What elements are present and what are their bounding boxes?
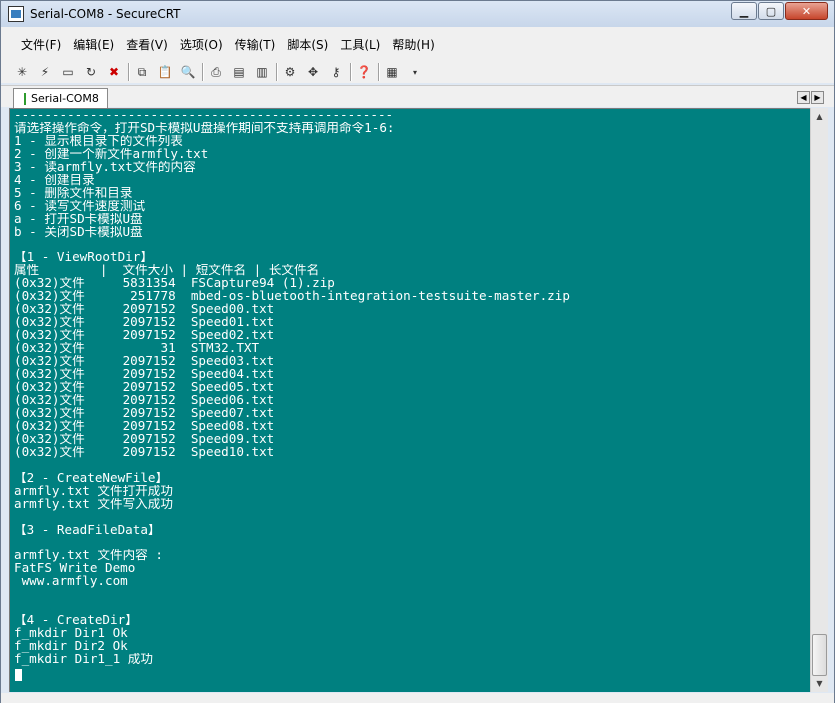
terminal-line: FatFS Write Demo bbox=[14, 562, 136, 576]
menu-edit[interactable]: 编辑(E) bbox=[67, 36, 120, 53]
tab-serial-com8[interactable]: Serial-COM8 bbox=[13, 88, 108, 108]
terminal-line: armfly.txt 文件写入成功 bbox=[14, 497, 173, 511]
terminal-line: (0x32)文件 2097152 Speed05.txt bbox=[14, 381, 275, 394]
app-icon bbox=[8, 6, 24, 22]
terminal-line: f_mkdir Dir1 Ok bbox=[14, 627, 128, 641]
terminal-line: (0x32)文件 5831354 FSCapture94 (1).zip bbox=[14, 277, 335, 291]
scroll-down-icon[interactable]: ▼ bbox=[811, 675, 828, 692]
terminal-screen[interactable]: ----------------------------------------… bbox=[9, 108, 810, 692]
terminal-line: armfly.txt 文件内容 : bbox=[14, 549, 163, 563]
terminal-line: 属性 | 文件大小 | 短文件名 | 长文件名 bbox=[14, 264, 320, 278]
terminal-line: (0x32)文件 2097152 Speed00.txt bbox=[14, 303, 275, 317]
tab-scroll-left-icon[interactable]: ◀ bbox=[797, 91, 810, 104]
terminal-cursor bbox=[15, 669, 22, 681]
terminal-line: b - 关闭SD卡模拟U盘 bbox=[14, 225, 143, 239]
menu-tools[interactable]: 工具(L) bbox=[334, 36, 386, 53]
terminal-line: (0x32)文件 2097152 Speed10.txt bbox=[14, 445, 275, 459]
terminal-line: www.armfly.com bbox=[14, 575, 128, 589]
securecrt-window: Serial-COM8 - SecureCRT ▁ ▢ ✕ 文件(F) 编辑(E… bbox=[0, 0, 835, 703]
toolbar-overflow-icon[interactable]: ▾ bbox=[406, 63, 424, 81]
reconnect-icon[interactable]: ↻ bbox=[82, 63, 100, 81]
terminal-line: 【4 - CreateDir】 bbox=[14, 614, 138, 628]
printer-setup-icon[interactable]: ▥ bbox=[253, 63, 271, 81]
terminal-line: (0x32)文件 2097152 Speed01.txt bbox=[14, 316, 275, 330]
title-bar[interactable]: Serial-COM8 - SecureCRT ▁ ▢ ✕ bbox=[1, 1, 834, 27]
find-icon[interactable]: 🔍 bbox=[179, 63, 197, 81]
session-options-icon[interactable]: ⚙ bbox=[281, 63, 299, 81]
terminal-line: (0x32)文件 2097152 Speed08.txt bbox=[14, 419, 275, 433]
tab-bar: Serial-COM8 ◀ ▶ bbox=[1, 85, 834, 108]
tab-label: Serial-COM8 bbox=[31, 92, 99, 105]
window-title: Serial-COM8 - SecureCRT bbox=[30, 7, 181, 21]
copy-icon[interactable]: ⧉ bbox=[133, 63, 151, 81]
terminal-line: 【2 - CreateNewFile】 bbox=[14, 471, 169, 485]
terminal-line: a - 打开SD卡模拟U盘 bbox=[14, 212, 143, 226]
scroll-thumb[interactable] bbox=[812, 634, 827, 676]
menu-transfer[interactable]: 传输(T) bbox=[229, 36, 282, 53]
menu-help[interactable]: 帮助(H) bbox=[386, 36, 440, 53]
terminal-line: ----------------------------------------… bbox=[14, 109, 394, 122]
terminal-line: 2 - 创建一个新文件armfly.txt bbox=[14, 147, 209, 161]
menu-view[interactable]: 查看(V) bbox=[120, 36, 174, 53]
toolbar-separator bbox=[202, 63, 203, 81]
terminal-line: 请选择操作命令，打开SD卡模拟U盘操作期间不支持再调用命令1-6: bbox=[14, 121, 395, 135]
key-icon[interactable]: ⚷ bbox=[327, 63, 345, 81]
maximize-icon[interactable]: ▢ bbox=[758, 2, 784, 20]
print-icon[interactable]: ⎙ bbox=[207, 63, 225, 81]
caption-buttons: ▁ ▢ ✕ bbox=[730, 2, 828, 20]
tab-scroll: ◀ ▶ bbox=[796, 91, 824, 104]
terminal-line: f_mkdir Dir1_1 成功 bbox=[14, 653, 153, 666]
terminal-line: (0x32)文件 2097152 Speed03.txt bbox=[14, 355, 275, 369]
connect-icon[interactable]: ✳ bbox=[13, 63, 31, 81]
terminal-line: 【3 - ReadFileData】 bbox=[14, 523, 161, 537]
menu-file[interactable]: 文件(F) bbox=[15, 36, 67, 53]
terminal-line: (0x32)文件 31 STM32.TXT bbox=[14, 342, 260, 356]
help-icon[interactable]: ❓ bbox=[355, 63, 373, 81]
quick-connect-icon[interactable]: ⚡ bbox=[36, 63, 54, 81]
terminal-line: 【1 - ViewRootDir】 bbox=[14, 251, 153, 265]
keymap-icon[interactable]: ▦ bbox=[383, 63, 401, 81]
menu-bar: 文件(F) 编辑(E) 查看(V) 选项(O) 传输(T) 脚本(S) 工具(L… bbox=[1, 27, 834, 61]
terminal-line: (0x32)文件 2097152 Speed09.txt bbox=[14, 432, 275, 446]
close-icon[interactable]: ✕ bbox=[785, 2, 828, 20]
toolbar: ✳ ⚡ ▭ ↻ ✖ ⧉ 📋 🔍 ⎙ ▤ ▥ ⚙ ✥ ⚷ ❓ ▦ ▾ bbox=[1, 61, 834, 83]
terminal-line: (0x32)文件 251778 mbed-os-bluetooth-integr… bbox=[14, 290, 570, 304]
terminal-line: 3 - 读armfly.txt文件的内容 bbox=[14, 160, 196, 174]
terminal-line: f_mkdir Dir2 Ok bbox=[14, 640, 128, 654]
scroll-up-icon[interactable]: ▲ bbox=[811, 108, 828, 125]
toolbar-separator bbox=[350, 63, 351, 81]
menu-script[interactable]: 脚本(S) bbox=[281, 36, 334, 53]
vertical-scrollbar[interactable]: ▲ ▼ bbox=[810, 108, 828, 692]
print-selection-icon[interactable]: ▤ bbox=[230, 63, 248, 81]
disconnect-icon[interactable]: ✖ bbox=[105, 63, 123, 81]
terminal-line: (0x32)文件 2097152 Speed07.txt bbox=[14, 406, 275, 420]
minimize-icon[interactable]: ▁ bbox=[731, 2, 757, 20]
tab-scroll-right-icon[interactable]: ▶ bbox=[811, 91, 824, 104]
terminal-line: (0x32)文件 2097152 Speed06.txt bbox=[14, 393, 275, 407]
terminal-line: 5 - 删除文件和目录 bbox=[14, 186, 133, 200]
toolbar-separator bbox=[276, 63, 277, 81]
status-bar bbox=[1, 693, 834, 703]
toolbar-separator bbox=[128, 63, 129, 81]
terminal-line: 4 - 创建目录 bbox=[14, 173, 95, 187]
paste-icon[interactable]: 📋 bbox=[156, 63, 174, 81]
menu-options[interactable]: 选项(O) bbox=[174, 36, 229, 53]
terminal-line: 1 - 显示根目录下的文件列表 bbox=[14, 134, 183, 148]
terminal-line: 6 - 读写文件速度测试 bbox=[14, 199, 146, 213]
connect-tab-icon[interactable]: ▭ bbox=[59, 63, 77, 81]
terminal-line: (0x32)文件 2097152 Speed02.txt bbox=[14, 329, 275, 343]
terminal-line: armfly.txt 文件打开成功 bbox=[14, 484, 173, 498]
toolbar-separator bbox=[378, 63, 379, 81]
terminal-line: (0x32)文件 2097152 Speed04.txt bbox=[14, 368, 275, 382]
global-options-icon[interactable]: ✥ bbox=[304, 63, 322, 81]
